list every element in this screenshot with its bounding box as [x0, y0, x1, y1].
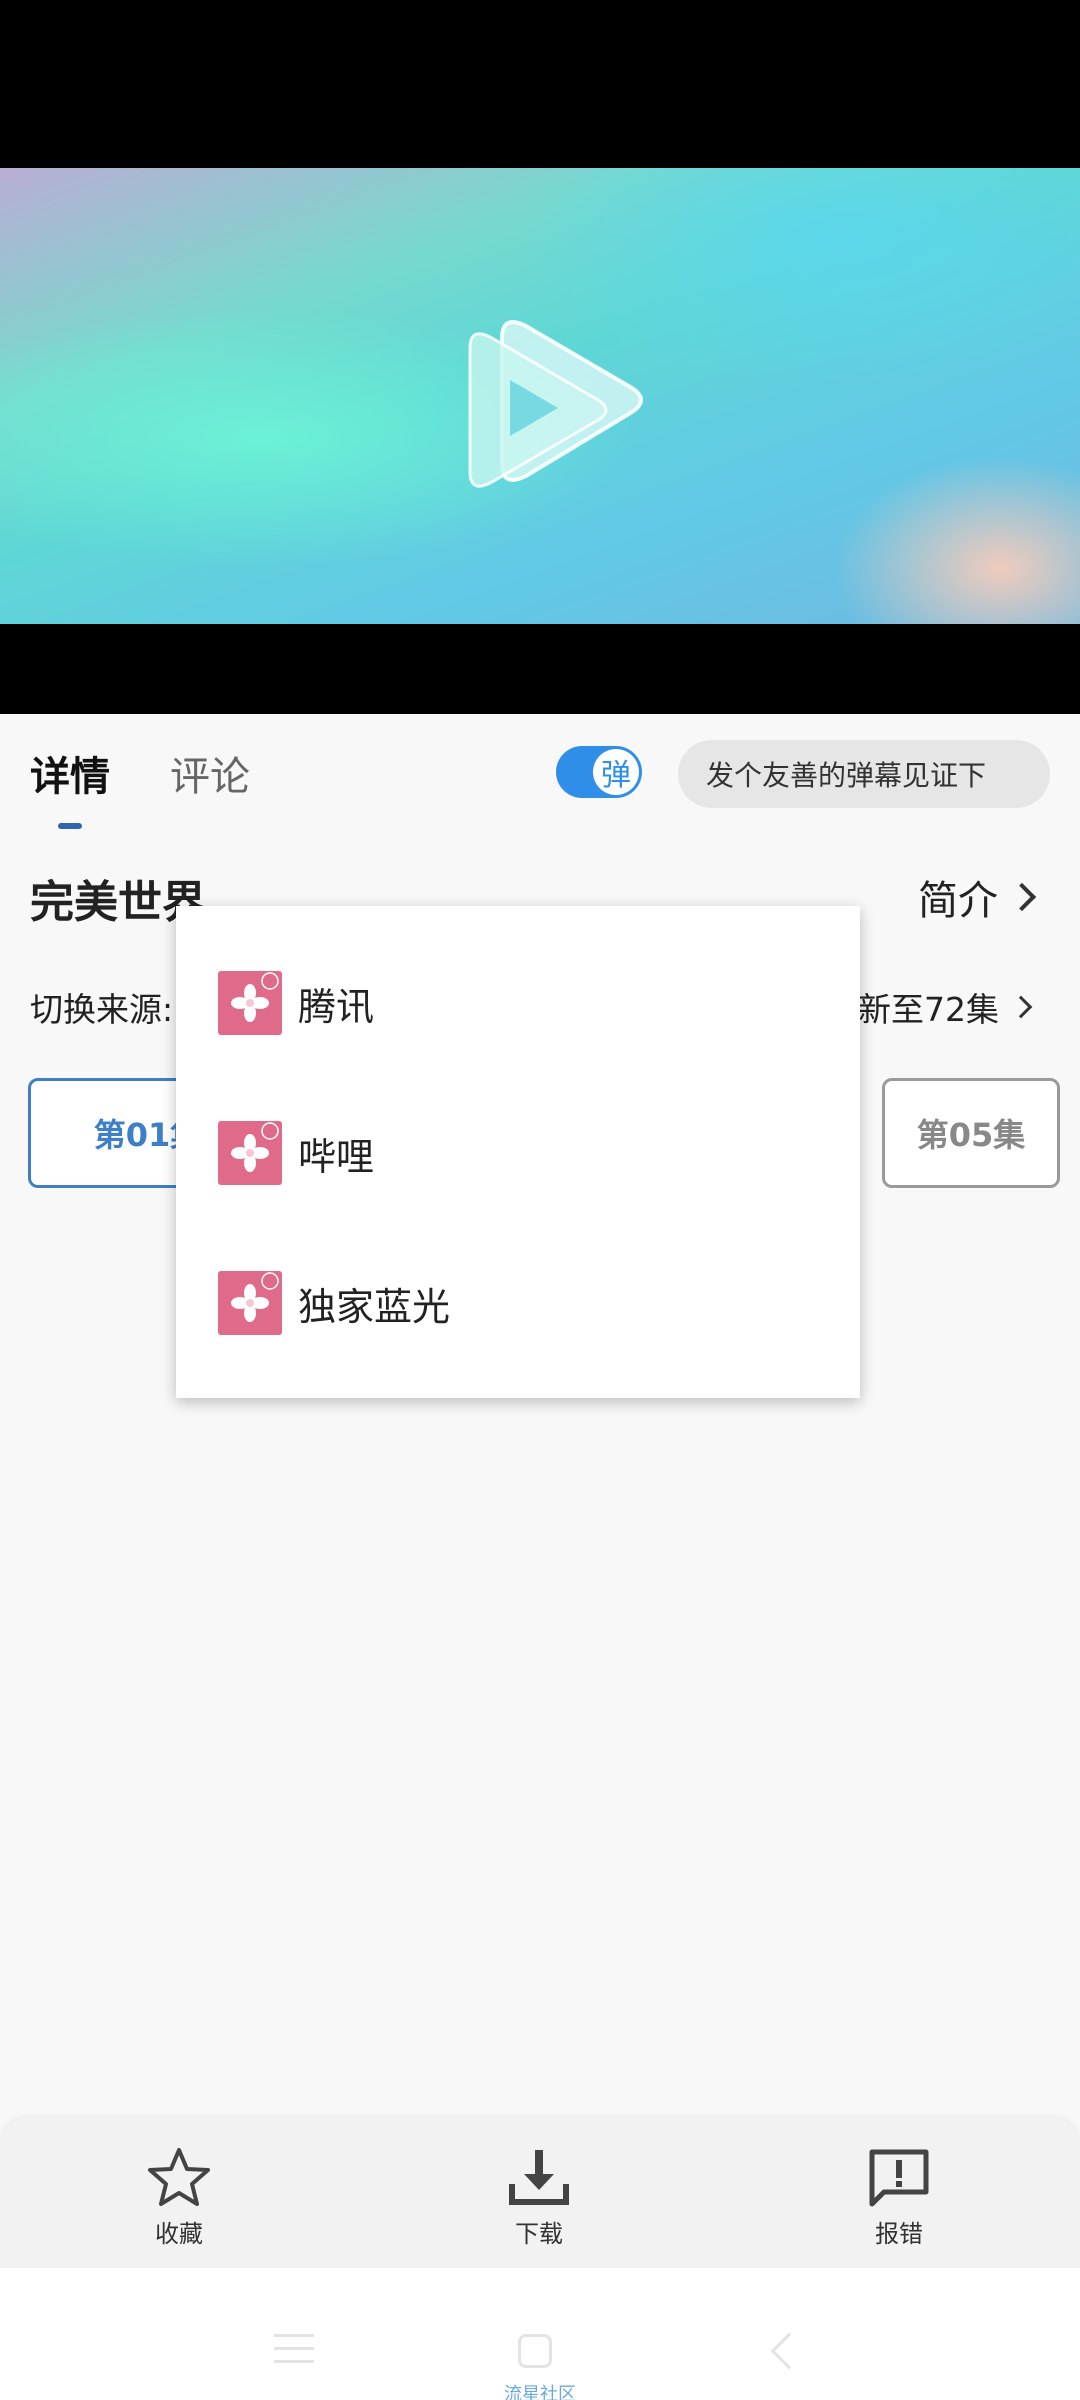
favorite-label: 收藏 [155, 2220, 203, 2248]
menu-item-label: 哔哩 [298, 1134, 375, 1179]
favorite-button[interactable]: 收藏 [99, 2146, 259, 2249]
danmaku-input[interactable]: 发个友善的弹幕见证下 [678, 740, 1050, 808]
download-label: 下载 [515, 2220, 563, 2248]
intro-label: 简介 [918, 878, 998, 924]
feedback-icon [869, 2149, 929, 2207]
source-switch-label[interactable]: 切换来源: [30, 983, 173, 1031]
episode-list-link[interactable]: 新至72集 [858, 983, 1033, 1031]
sakura-icon [218, 1271, 282, 1335]
menu-item-label: 独家蓝光 [298, 1284, 451, 1329]
source-dropdown-menu: 腾讯 哔哩 独家蓝光 [176, 906, 860, 1398]
menu-item-label: 腾讯 [298, 984, 375, 1029]
sakura-icon [218, 1121, 282, 1185]
menu-item-tencent[interactable]: 腾讯 [176, 928, 860, 1078]
download-button[interactable]: 下载 [459, 2146, 619, 2249]
episode-button[interactable]: 第05集 [882, 1078, 1060, 1188]
bottom-action-bar: 收藏 下载 报错 [0, 2118, 1080, 2268]
tab-details[interactable]: 详情 [30, 744, 110, 802]
sakura-icon [218, 971, 282, 1035]
chevron-right-icon [1007, 882, 1037, 912]
nav-caption: 流星社区 [504, 2384, 576, 2400]
menu-item-bilibili[interactable]: 哔哩 [176, 1078, 860, 1228]
report-button[interactable]: 报错 [819, 2146, 979, 2249]
menu-item-exclusive-bluray[interactable]: 独家蓝光 [176, 1228, 860, 1378]
video-letterbox-bottom [0, 624, 1080, 714]
home-icon[interactable] [518, 2334, 552, 2368]
intro-link[interactable]: 简介 [918, 868, 1037, 926]
report-label: 报错 [875, 2220, 923, 2248]
play-logo-icon[interactable] [450, 308, 660, 498]
star-icon [148, 2148, 210, 2206]
update-status: 新至72集 [858, 990, 999, 1029]
menu-icon[interactable] [274, 2332, 314, 2366]
active-tab-indicator [58, 823, 82, 829]
download-icon [509, 2150, 569, 2205]
chevron-right-icon [1009, 995, 1033, 1019]
video-glow [820, 448, 1080, 624]
video-player[interactable] [0, 168, 1080, 624]
danmaku-toggle[interactable]: 弹 [556, 746, 642, 798]
video-letterbox-top [0, 0, 1080, 168]
system-nav-bar: 流星社区 [0, 2268, 1080, 2400]
danmaku-toggle-knob: 弹 [593, 749, 639, 795]
tab-comments[interactable]: 评论 [170, 744, 250, 802]
back-icon[interactable] [770, 2332, 808, 2370]
